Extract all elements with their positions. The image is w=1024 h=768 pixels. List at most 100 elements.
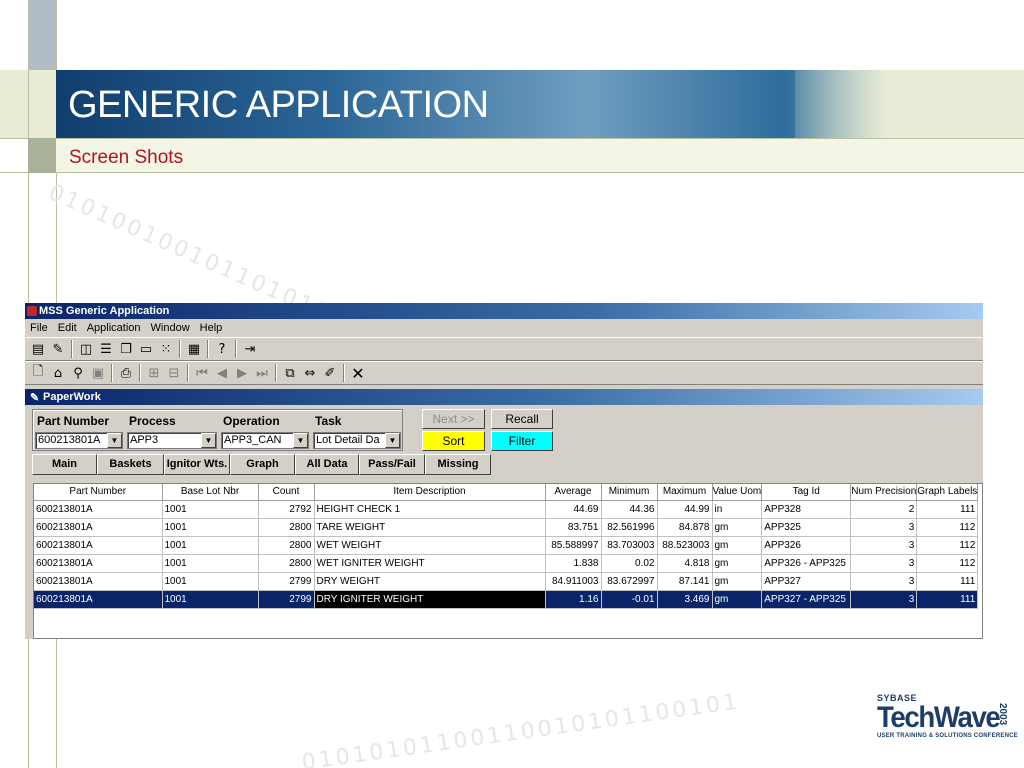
properties-icon[interactable]: ▤ [28,339,48,359]
chevron-down-icon[interactable]: ▼ [385,433,400,448]
operation-value: APP3_CAN [224,434,282,446]
window-icon[interactable]: ▭ [136,339,156,359]
cascade-icon[interactable]: ❐ [116,339,136,359]
process-select[interactable]: APP3 ▼ [127,432,217,449]
toolbar-frame: ▤ ✎ ◫ ☰ ❐ ▭ ⁙ ▦ ? ⇥ [25,337,983,361]
copy-icon[interactable]: ⧉ [280,363,300,383]
toolbar-sheet: 🗋 ⌂ ⚲ ▣ ⎙ ⊞ ⊟ ⏮ ◀ ▶ ⏭ ⧉ ⇔ ✐ ✕ [25,361,983,385]
table-cell: APP326 [761,536,852,555]
tab-bar: Main Baskets Ignitor Wts. Graph All Data… [32,454,491,475]
techwave-logo: SYBASE TechWave 2003 USER TRAINING & SOL… [877,693,1018,755]
insert-row-icon[interactable]: ⊞ [144,363,164,383]
recall-button[interactable]: Recall [491,409,553,429]
column-header[interactable]: Item Description [314,484,546,501]
clear-icon[interactable]: ✐ [320,363,340,383]
table-cell: 0.02 [601,554,658,573]
table-row[interactable]: 600213801A 1001 2799 DRY WEIGHT 84.91100… [34,572,979,591]
part-number-select[interactable]: 600213801A ▼ [35,432,123,449]
table-cell: APP328 [761,500,852,519]
tab-graph[interactable]: Graph [230,454,295,475]
task-select[interactable]: Lot Detail Da ▼ [313,432,401,449]
column-header[interactable]: Tag Id [761,484,852,501]
tab-missing[interactable]: Missing [425,454,491,475]
exit-icon[interactable]: ⇥ [240,339,260,359]
retrieve-icon[interactable]: ⚲ [68,363,88,383]
menu-window[interactable]: Window [146,319,195,337]
table-cell: TARE WEIGHT [314,518,546,537]
toolbar-separator [71,340,73,358]
arrange-icons-icon[interactable]: ⁙ [156,339,176,359]
app-titlebar[interactable]: MSS Generic Application [25,303,983,319]
column-header[interactable]: Base Lot Nbr [162,484,259,501]
table-cell: APP327 - APP325 [761,590,852,609]
column-header[interactable]: Num Precision [850,484,918,501]
tab-pass-fail[interactable]: Pass/Fail [359,454,425,475]
chevron-down-icon[interactable]: ▼ [201,433,216,448]
next-button[interactable]: Next >> [422,409,485,429]
table-cell: 600213801A [34,590,163,609]
app-window: MSS Generic Application File Edit Applic… [25,303,983,639]
process-label: Process [129,414,176,428]
table-cell: APP325 [761,518,852,537]
column-header[interactable]: Part Number [34,484,163,501]
menu-file[interactable]: File [25,319,53,337]
column-header[interactable]: Graph Labels [916,484,979,501]
chevron-down-icon[interactable]: ▼ [293,433,308,448]
first-icon[interactable]: ⏮ [192,363,212,383]
compare-icon[interactable]: ⇔ [300,363,320,383]
column-header[interactable]: Maximum [657,484,713,501]
table-cell: gm [712,554,763,573]
tile-horizontal-icon[interactable]: ☰ [96,339,116,359]
tile-vertical-icon[interactable]: ◫ [76,339,96,359]
subtitle-band [56,138,1024,173]
column-header[interactable]: Average [545,484,602,501]
column-header[interactable]: Value Uom [712,484,763,501]
open-icon[interactable]: ⌂ [48,363,68,383]
table-cell: gm [712,572,763,591]
grid-icon[interactable]: ▦ [184,339,204,359]
paperwork-titlebar[interactable]: ✎ PaperWork [25,389,983,405]
last-icon[interactable]: ⏭ [252,363,272,383]
table-cell: HEIGHT CHECK 1 [314,500,546,519]
prior-icon[interactable]: ◀ [212,363,232,383]
filter-button[interactable]: Filter [491,431,553,451]
close-icon[interactable]: ✕ [348,363,368,383]
tab-main[interactable]: Main [32,454,97,475]
menu-edit[interactable]: Edit [53,319,82,337]
table-row-selected[interactable]: 600213801A 1001 2799 DRY IGNITER WEIGHT … [34,590,979,609]
table-cell: 44.69 [545,500,602,519]
toolbar-separator [179,340,181,358]
help-icon[interactable]: ? [212,339,232,359]
table-cell: 1001 [162,590,259,609]
toolbar-separator [235,340,237,358]
menu-application[interactable]: Application [82,319,146,337]
save-icon[interactable]: ▣ [88,363,108,383]
column-header[interactable]: Minimum [601,484,658,501]
table-cell: 600213801A [34,536,163,555]
tab-baskets[interactable]: Baskets [97,454,164,475]
table-row[interactable]: 600213801A 1001 2800 TARE WEIGHT 83.751 … [34,518,979,537]
delete-row-icon[interactable]: ⊟ [164,363,184,383]
tab-all-data[interactable]: All Data [295,454,359,475]
table-cell-active[interactable]: DRY IGNITER WEIGHT [314,590,546,609]
table-cell: 87.141 [657,572,713,591]
table-cell: 3 [850,536,918,555]
data-grid: Part Number Base Lot Nbr Count Item Desc… [33,483,983,639]
table-cell: 4.818 [657,554,713,573]
tab-ignitor-wts[interactable]: Ignitor Wts. [164,454,230,475]
table-row[interactable]: 600213801A 1001 2792 HEIGHT CHECK 1 44.6… [34,500,979,519]
chevron-down-icon[interactable]: ▼ [107,433,122,448]
table-row[interactable]: 600213801A 1001 2800 WET WEIGHT 85.58899… [34,536,979,555]
new-icon[interactable]: 🗋 [28,363,48,383]
operation-select[interactable]: APP3_CAN ▼ [221,432,309,449]
table-cell: 1.16 [545,590,602,609]
next-icon[interactable]: ▶ [232,363,252,383]
toolbar-separator [111,364,113,382]
table-cell: 1001 [162,536,259,555]
column-header[interactable]: Count [258,484,315,501]
print-icon[interactable]: ⎙ [116,363,136,383]
menu-help[interactable]: Help [195,319,228,337]
sort-button[interactable]: Sort [422,431,485,451]
brush-icon[interactable]: ✎ [48,339,68,359]
table-row[interactable]: 600213801A 1001 2800 WET IGNITER WEIGHT … [34,554,979,573]
